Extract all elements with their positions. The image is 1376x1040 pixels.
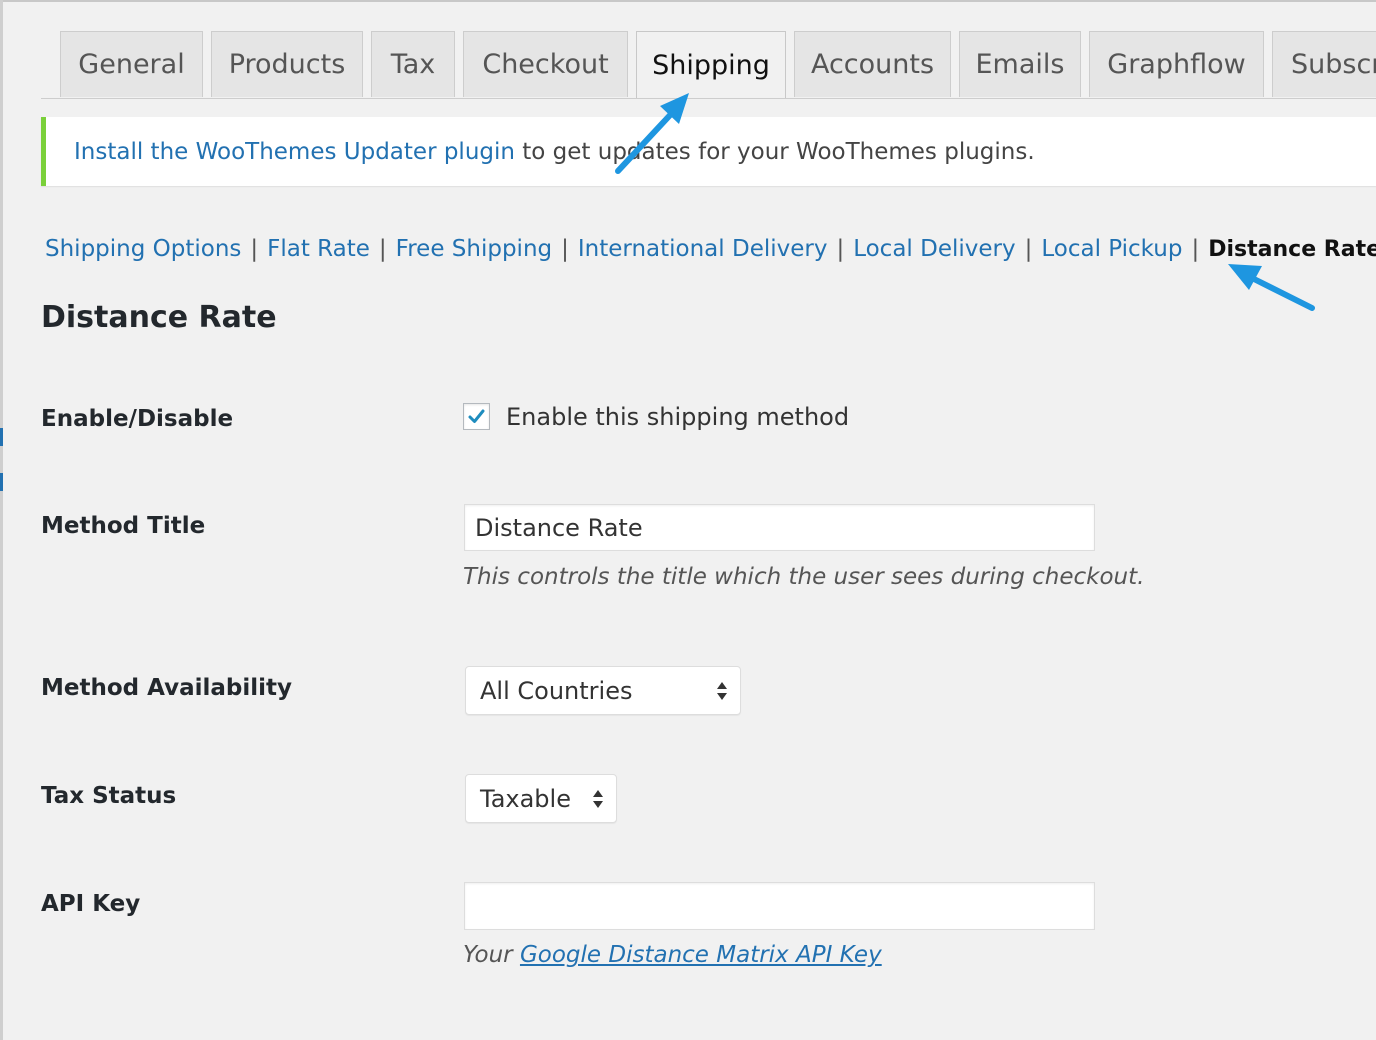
- method-title-description: This controls the title which the user s…: [463, 564, 1145, 590]
- settings-tabs: General Products Tax Checkout Shipping A…: [60, 31, 1376, 99]
- subnav-separator: |: [561, 236, 569, 262]
- tab-graphflow[interactable]: Graphflow: [1089, 31, 1264, 97]
- subnav-free-shipping[interactable]: Free Shipping: [396, 236, 552, 262]
- select-arrows-icon: [717, 681, 727, 700]
- window-top-edge: [0, 0, 1376, 2]
- google-distance-matrix-link[interactable]: Google Distance Matrix API Key: [520, 942, 882, 968]
- subnav-local-pickup[interactable]: Local Pickup: [1041, 236, 1182, 262]
- subnav-shipping-options[interactable]: Shipping Options: [45, 236, 241, 262]
- method-availability-value: All Countries: [480, 676, 633, 705]
- updater-notice: Install the WooThemes Updater plugin to …: [41, 117, 1376, 186]
- shipping-subnav: Shipping Options | Flat Rate | Free Shipping…: [45, 236, 1376, 262]
- method-title-input[interactable]: Distance Rate: [464, 504, 1095, 551]
- tab-products[interactable]: Products: [211, 31, 363, 97]
- enable-disable-label: Enable/Disable: [41, 406, 234, 432]
- sidebar-edge-marker: [0, 473, 3, 491]
- api-key-label: API Key: [41, 891, 141, 917]
- subnav-separator: |: [378, 236, 387, 262]
- subnav-flat-rate[interactable]: Flat Rate: [267, 236, 370, 262]
- method-title-label: Method Title: [41, 513, 206, 539]
- subnav-local-delivery[interactable]: Local Delivery: [853, 236, 1015, 262]
- method-availability-label: Method Availability: [41, 675, 293, 701]
- tabs-divider: [41, 98, 1376, 99]
- enable-shipping-checkbox[interactable]: [463, 403, 490, 430]
- tab-tax[interactable]: Tax: [371, 31, 455, 97]
- install-updater-link[interactable]: Install the WooThemes Updater plugin: [74, 139, 515, 165]
- subnav-international-delivery[interactable]: International Delivery: [578, 236, 828, 262]
- subnav-separator: |: [250, 236, 259, 262]
- tab-checkout[interactable]: Checkout: [463, 31, 628, 97]
- tax-status-label: Tax Status: [41, 783, 177, 809]
- notice-text: to get updates for your WooThemes plugin…: [514, 138, 1035, 165]
- method-availability-select[interactable]: All Countries: [465, 666, 741, 715]
- tab-general[interactable]: General: [60, 31, 203, 97]
- enable-shipping-checkbox-label[interactable]: Enable this shipping method: [506, 403, 849, 431]
- tab-emails[interactable]: Emails: [959, 31, 1081, 97]
- api-key-description-prefix: Your: [463, 942, 520, 968]
- select-arrows-icon: [593, 789, 603, 808]
- page-title: Distance Rate: [41, 300, 277, 335]
- tab-shipping[interactable]: Shipping: [636, 31, 786, 99]
- subnav-separator: |: [836, 236, 845, 262]
- admin-sidebar-edge: [0, 0, 3, 1040]
- sidebar-edge-marker: [0, 428, 3, 446]
- tax-status-value: Taxable: [480, 784, 571, 813]
- subnav-distance-rate-current: Distance Rate: [1208, 237, 1376, 262]
- subnav-separator: |: [1191, 236, 1200, 262]
- tab-subscriptions[interactable]: Subscr: [1272, 31, 1376, 97]
- tax-status-select[interactable]: Taxable: [465, 774, 617, 823]
- arrow-to-distance-rate-link: [1228, 264, 1315, 311]
- api-key-input[interactable]: [464, 882, 1095, 930]
- subnav-separator: |: [1024, 236, 1033, 262]
- checkmark-icon: [468, 409, 485, 423]
- api-key-description: Your Google Distance Matrix API Key: [463, 942, 882, 968]
- tab-accounts[interactable]: Accounts: [794, 31, 951, 97]
